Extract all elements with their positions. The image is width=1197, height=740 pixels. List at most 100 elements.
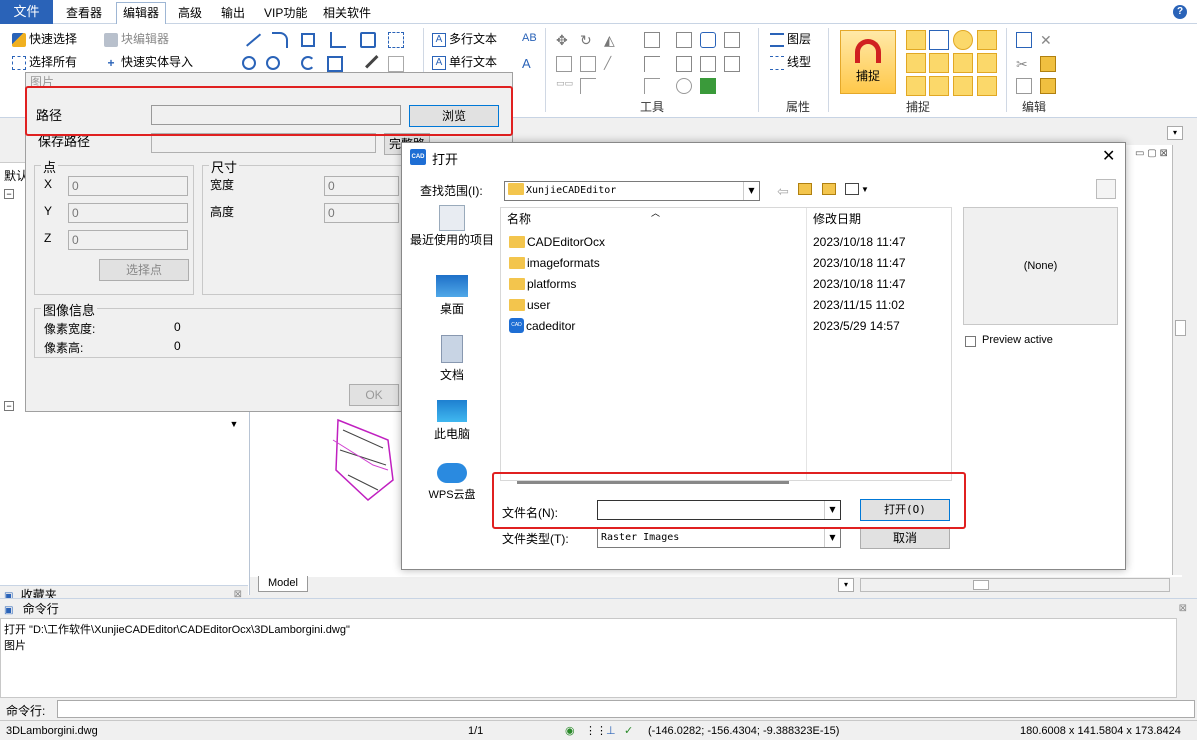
break-icon[interactable]: [700, 56, 716, 72]
delete-icon[interactable]: ✕: [1040, 32, 1056, 48]
single-text-button[interactable]: A 单行文本: [432, 52, 497, 72]
dropdown-arrow-icon[interactable]: ▼: [861, 185, 869, 194]
menu-advanced[interactable]: 高级: [172, 3, 208, 23]
paste-special-icon[interactable]: [1040, 78, 1056, 94]
menu-output[interactable]: 输出: [215, 3, 251, 23]
up-folder-icon[interactable]: [798, 183, 812, 195]
view-menu-icon[interactable]: [845, 183, 859, 195]
height-input[interactable]: 0: [324, 203, 399, 223]
width-input[interactable]: 0: [324, 176, 399, 196]
select-all-button[interactable]: 选择所有: [12, 52, 77, 72]
snap-tangent-icon[interactable]: [977, 30, 997, 50]
linetype-button[interactable]: 线型: [770, 52, 811, 72]
snap-insertion-icon[interactable]: [953, 53, 973, 73]
model-tab[interactable]: Model: [258, 576, 308, 592]
menu-related-software[interactable]: 相关软件: [317, 3, 377, 23]
fillet-icon[interactable]: [580, 78, 596, 94]
polar-status-icon[interactable]: ✓: [624, 721, 633, 740]
scroll-thumb[interactable]: [1175, 320, 1186, 336]
snap-endpoint-icon[interactable]: [906, 30, 926, 50]
file-row[interactable]: CADEditorOcx 2023/10/18 11:47: [501, 232, 951, 253]
line-icon[interactable]: [240, 27, 262, 47]
explode-icon[interactable]: [724, 32, 740, 48]
ok-button[interactable]: OK: [349, 384, 399, 406]
snap-status-icon[interactable]: ◉: [565, 721, 575, 740]
window-controls[interactable]: ▭ ▢ ⊠: [1135, 148, 1168, 159]
text-style-icon[interactable]: AB: [522, 32, 538, 48]
circle-icon[interactable]: [242, 56, 256, 70]
mtext-button[interactable]: A 多行文本: [432, 29, 497, 49]
y-input[interactable]: 0: [68, 203, 188, 223]
stretch-icon[interactable]: [580, 56, 596, 72]
scale-icon[interactable]: [556, 56, 572, 72]
snap-button[interactable]: 捕捉: [840, 30, 896, 94]
offset-icon[interactable]: ╱: [604, 56, 620, 72]
scroll-thumb[interactable]: [973, 580, 989, 590]
menu-viewer[interactable]: 查看器: [60, 3, 108, 23]
ellipse-icon[interactable]: [266, 56, 280, 70]
block-icon[interactable]: [360, 32, 376, 48]
quick-entity-import-button[interactable]: + 快速实体导入: [104, 52, 193, 72]
snap-center-icon[interactable]: [953, 30, 973, 50]
place-wps-cloud[interactable]: WPS云盘: [410, 463, 494, 502]
snap-perpendicular-icon[interactable]: [929, 30, 949, 50]
hatch-icon[interactable]: [327, 56, 343, 72]
vertical-scrollbar[interactable]: [1172, 145, 1188, 575]
measure-icon[interactable]: ▭▭: [556, 78, 573, 94]
look-in-select[interactable]: XunjieCADEditor ▼: [504, 181, 760, 201]
snap-parallel-icon[interactable]: [977, 53, 997, 73]
preview-active-checkbox[interactable]: [965, 336, 976, 347]
file-row[interactable]: imageformats 2023/10/18 11:47: [501, 253, 951, 274]
block-editor-button[interactable]: 块编辑器: [104, 29, 169, 49]
quick-select-button[interactable]: 快速选择: [12, 29, 77, 49]
extend-icon[interactable]: [676, 56, 692, 72]
command-input[interactable]: [57, 700, 1195, 718]
polyline-icon[interactable]: [272, 32, 288, 48]
back-icon[interactable]: ⇦: [777, 183, 793, 199]
trim-icon[interactable]: [644, 56, 660, 72]
select-point-button[interactable]: 选择点: [99, 259, 189, 281]
array-icon[interactable]: [644, 32, 660, 48]
place-documents[interactable]: 文档: [410, 335, 494, 383]
place-recent[interactable]: 最近使用的项目: [410, 205, 494, 247]
menu-vip[interactable]: VIP功能: [258, 3, 313, 23]
dropdown-arrow-icon[interactable]: ▼: [226, 416, 242, 432]
col-date-header[interactable]: 修改日期: [813, 208, 861, 230]
x-input[interactable]: 0: [68, 176, 188, 196]
tree-collapse-icon[interactable]: −: [4, 189, 14, 199]
arc-icon[interactable]: [301, 56, 315, 70]
preview-toggle-icon[interactable]: [1096, 179, 1116, 199]
layers-button[interactable]: 图层: [770, 29, 811, 49]
snap-node-icon[interactable]: [929, 76, 949, 96]
ortho-status-icon[interactable]: ⊥: [606, 721, 616, 740]
col-name-header[interactable]: 名称: [507, 208, 531, 230]
place-desktop[interactable]: 桌面: [410, 275, 494, 317]
rectangle-icon[interactable]: [301, 33, 315, 47]
move-icon[interactable]: ✥: [556, 32, 572, 48]
snap-quadrant-icon[interactable]: [929, 53, 949, 73]
region-icon[interactable]: [388, 32, 404, 48]
ribbon-collapse-icon[interactable]: ▾: [1167, 126, 1183, 140]
pen-icon[interactable]: [361, 51, 379, 69]
horizontal-scrollbar[interactable]: [860, 578, 1170, 592]
z-input[interactable]: 0: [68, 230, 188, 250]
copy-object-icon[interactable]: [676, 32, 692, 48]
text-edit-icon[interactable]: A: [522, 56, 538, 72]
file-row[interactable]: user 2023/11/15 11:02: [501, 295, 951, 316]
close-icon[interactable]: ⊠: [1179, 599, 1187, 619]
menu-editor[interactable]: 编辑器: [116, 2, 167, 24]
place-this-pc[interactable]: 此电脑: [410, 400, 494, 442]
log-scrollbar[interactable]: [1176, 618, 1190, 698]
snap-extension-icon[interactable]: [977, 76, 997, 96]
filetype-select[interactable]: Raster Images ▼: [597, 528, 841, 548]
gear-icon[interactable]: [676, 78, 692, 94]
new-folder-icon[interactable]: [822, 183, 836, 195]
export-icon[interactable]: [700, 78, 716, 94]
spline-icon[interactable]: [330, 32, 346, 48]
search-object-icon[interactable]: [700, 32, 716, 48]
help-icon[interactable]: ?: [1173, 5, 1187, 19]
cancel-button[interactable]: 取消: [860, 527, 950, 549]
snap-nearest-icon[interactable]: [953, 76, 973, 96]
wipeout-icon[interactable]: [388, 56, 404, 72]
file-row[interactable]: CAD cadeditor 2023/5/29 14:57: [501, 316, 951, 337]
